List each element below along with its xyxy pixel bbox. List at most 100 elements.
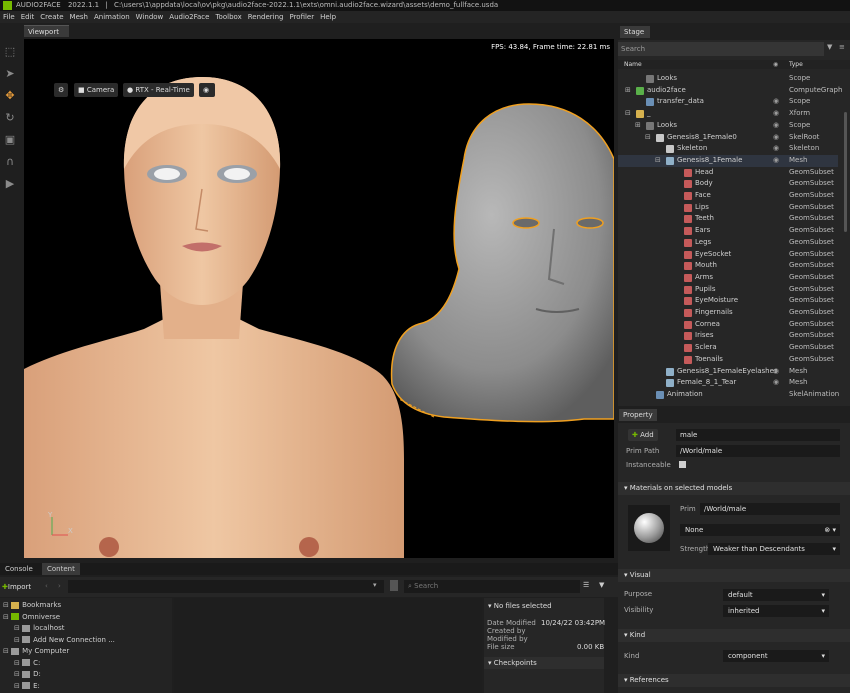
stage-row[interactable]: Skeleton ◉ Skeleton xyxy=(618,143,838,155)
expand-toggle-icon[interactable]: ⊟ xyxy=(14,624,22,632)
back-icon[interactable]: ‹ xyxy=(45,582,48,590)
strength-dropdown[interactable]: Weaker than Descendants ▾ xyxy=(708,543,840,555)
expand-toggle-icon[interactable]: ⊟ xyxy=(14,670,22,678)
stage-row[interactable]: Looks Scope xyxy=(618,73,838,85)
stage-row[interactable]: Sclera GeomSubset xyxy=(618,342,838,354)
menu-audio2face[interactable]: Audio2Face xyxy=(166,11,212,23)
expand-toggle-icon[interactable]: ⊟ xyxy=(14,636,22,644)
visual-section-header[interactable]: ▾ Visual xyxy=(618,569,850,582)
options-menu-icon[interactable]: ≡ xyxy=(839,43,845,51)
expand-toggle-icon[interactable]: ⊟ xyxy=(625,108,631,120)
expand-toggle-icon[interactable]: ⊞ xyxy=(625,85,631,97)
menu-toolbox[interactable]: Toolbox xyxy=(212,11,244,23)
menu-mesh[interactable]: Mesh xyxy=(67,11,91,23)
expand-toggle-icon[interactable]: ⊟ xyxy=(655,155,661,167)
rotate-icon[interactable]: ↻ xyxy=(3,111,17,124)
select-icon[interactable]: ⬚ xyxy=(3,45,17,58)
stage-row[interactable]: ⊞ Looks ◉ Scope xyxy=(618,120,838,132)
stage-row[interactable]: Fingernails GeomSubset xyxy=(618,307,838,319)
references-section-header[interactable]: ▾ References xyxy=(618,674,850,687)
settings-gear-icon[interactable]: ⚙ xyxy=(54,83,68,97)
scale-icon[interactable]: ▣ xyxy=(3,133,17,146)
stage-row[interactable]: Toenails GeomSubset xyxy=(618,354,838,366)
visibility-eye-icon[interactable]: ◉ xyxy=(773,132,779,144)
stage-row[interactable]: ⊟ Genesis8_1Female ◉ Mesh xyxy=(618,154,838,167)
checkpoints-header[interactable]: ▾ Checkpoints xyxy=(484,657,604,669)
tree-item[interactable]: ⊟ localhost xyxy=(14,623,65,635)
play-icon[interactable]: ▶ xyxy=(3,177,17,190)
forward-icon[interactable]: › xyxy=(58,582,61,590)
stage-row[interactable]: Irises GeomSubset xyxy=(618,330,838,342)
visibility-eye-icon[interactable]: ◉ xyxy=(773,120,779,132)
bookmark-icon[interactable] xyxy=(390,580,398,591)
tree-item[interactable]: ⊟ E: xyxy=(14,681,40,693)
tab-console[interactable]: Console xyxy=(0,563,38,575)
menu-help[interactable]: Help xyxy=(317,11,339,23)
stage-row[interactable]: Lips GeomSubset xyxy=(618,202,838,214)
prim-path-field[interactable]: /World/male xyxy=(676,445,840,457)
tree-item[interactable]: ⊟ Omniverse xyxy=(3,612,60,624)
visibility-dropdown[interactable]: inherited ▾ xyxy=(723,605,829,617)
viewport[interactable]: ⚙ ■ Camera ● RTX - Real-Time ◉ FPS: 43.8… xyxy=(24,39,614,558)
expand-toggle-icon[interactable]: ⊟ xyxy=(3,601,11,609)
stage-row[interactable]: EyeSocket GeomSubset xyxy=(618,249,838,261)
stage-row[interactable]: Female_8_1_Tear ◉ Mesh xyxy=(618,377,838,389)
visibility-eye-icon[interactable]: ◉ xyxy=(773,366,779,378)
stage-search-input[interactable]: Search xyxy=(618,42,824,56)
tree-item[interactable]: ⊟ D: xyxy=(14,669,41,681)
stage-row[interactable]: Body GeomSubset xyxy=(618,178,838,190)
stage-row[interactable]: Legs GeomSubset xyxy=(618,237,838,249)
expand-toggle-icon[interactable]: ⊟ xyxy=(14,659,22,667)
tree-item[interactable]: ⊟ Add New Connection ... xyxy=(14,635,115,647)
kind-dropdown[interactable]: component ▾ xyxy=(723,650,829,662)
path-input[interactable] xyxy=(68,580,384,593)
add-button[interactable]: ✚ Add xyxy=(628,429,658,441)
stage-row[interactable]: Face GeomSubset xyxy=(618,190,838,202)
material-select[interactable]: None ⊗ ▾ xyxy=(680,524,840,536)
stage-row[interactable]: ⊟ _ ◉ Xform xyxy=(618,108,838,120)
visibility-eye-icon[interactable]: ◉ xyxy=(773,96,779,108)
stage-row[interactable]: Mouth GeomSubset xyxy=(618,260,838,272)
expand-toggle-icon[interactable]: ⊟ xyxy=(14,682,22,690)
visibility-eye-icon[interactable]: ◉ xyxy=(773,143,779,155)
instanceable-checkbox[interactable] xyxy=(679,461,686,468)
tree-item[interactable]: ⊟ Bookmarks xyxy=(3,600,61,612)
list-view-icon[interactable]: ☰ xyxy=(583,581,589,589)
import-button[interactable]: ✚Import xyxy=(2,581,31,593)
menu-file[interactable]: File xyxy=(0,11,18,23)
filter-icon[interactable]: ▼ xyxy=(827,43,832,51)
stage-row[interactable]: Head GeomSubset xyxy=(618,167,838,179)
stage-row[interactable]: transfer_data ◉ Scope xyxy=(618,96,838,108)
camera-button[interactable]: ■ Camera xyxy=(74,83,119,97)
kind-section-header[interactable]: ▾ Kind xyxy=(618,629,850,642)
menu-window[interactable]: Window xyxy=(133,11,167,23)
expand-toggle-icon[interactable]: ⊞ xyxy=(635,120,641,132)
stage-row[interactable]: Pupils GeomSubset xyxy=(618,284,838,296)
tab-content[interactable]: Content xyxy=(42,563,80,575)
expand-toggle-icon[interactable]: ⊟ xyxy=(645,132,651,144)
stage-scrollbar[interactable] xyxy=(844,112,847,232)
menu-rendering[interactable]: Rendering xyxy=(245,11,287,23)
stage-row[interactable]: Ears GeomSubset xyxy=(618,225,838,237)
visibility-eye-icon[interactable]: ◉ xyxy=(773,377,779,389)
tab-stage[interactable]: Stage xyxy=(620,26,650,38)
menu-create[interactable]: Create xyxy=(37,11,66,23)
stage-row[interactable]: ⊞ audio2face ComputeGraph xyxy=(618,85,842,97)
tree-item[interactable]: ⊟ My Computer xyxy=(3,646,69,658)
tab-viewport[interactable]: Viewport xyxy=(24,25,69,37)
stage-row[interactable]: Cornea GeomSubset xyxy=(618,319,838,331)
tab-property[interactable]: Property xyxy=(619,409,657,421)
filter-icon[interactable]: ▼ xyxy=(599,581,604,589)
stage-row[interactable]: ⊟ Genesis8_1Female0 ◉ SkelRoot xyxy=(618,132,838,144)
content-search-input[interactable]: ⌕ Search xyxy=(404,580,580,593)
materials-section-header[interactable]: ▾ Materials on selected models xyxy=(618,482,850,495)
menu-edit[interactable]: Edit xyxy=(18,11,38,23)
visibility-eye-icon[interactable]: ◉ xyxy=(773,108,779,120)
visibility-eye-icon[interactable]: ◉ xyxy=(773,155,779,167)
prim-name-field[interactable]: male xyxy=(676,429,840,441)
pointer-icon[interactable]: ➤ xyxy=(3,67,17,80)
visibility-eye-icon[interactable]: ◉ xyxy=(199,83,215,97)
expand-toggle-icon[interactable]: ⊟ xyxy=(3,613,11,621)
file-list[interactable] xyxy=(174,598,482,693)
move-icon[interactable]: ✥ xyxy=(3,89,17,102)
